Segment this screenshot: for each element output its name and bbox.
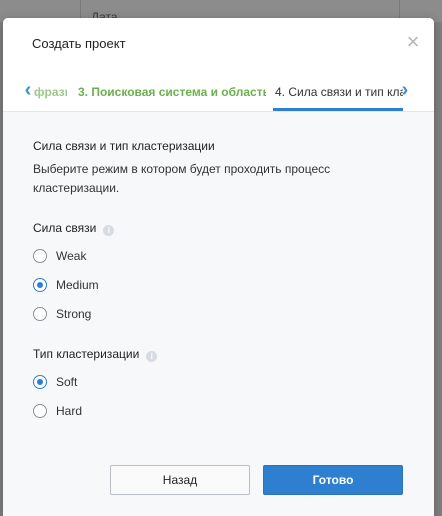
done-button[interactable]: Готово [263,465,403,495]
section-title: Сила связи и тип кластеризации [33,139,215,153]
info-icon[interactable]: i [103,225,115,236]
strength-group-label: Сила связи i [33,221,115,236]
tab-phrases[interactable]: фразы [34,85,67,99]
radio-button[interactable] [33,249,47,263]
info-icon[interactable]: i [146,351,158,362]
chevron-right-icon[interactable]: › [398,80,412,101]
create-project-dialog: Создать проект × ‹ фразы 3. Поисковая си… [3,18,434,516]
radio-label: Strong [56,307,92,321]
clustering-label: Тип кластеризации [33,347,140,361]
chevron-left-icon[interactable]: ‹ [21,80,35,101]
tab-search-engine-region[interactable]: 3. Поисковая система и область [78,85,266,99]
wizard-tabs: ‹ фразы 3. Поисковая система и область 4… [3,72,434,112]
back-button[interactable]: Назад [110,465,250,495]
radio-label: Medium [56,278,99,292]
dialog-header: Создать проект × [3,18,434,72]
strength-label: Сила связи [33,221,97,235]
radio-label: Soft [56,375,78,389]
close-icon[interactable]: × [404,31,422,53]
clustering-group-label: Тип кластеризации i [33,347,158,362]
dialog-title: Создать проект [32,36,126,51]
radio-label: Weak [56,249,87,263]
radio-button[interactable] [33,307,47,321]
radio-button[interactable] [33,404,47,418]
radio-label: Hard [56,404,83,418]
active-tab-indicator [273,108,403,111]
radio-button[interactable] [33,278,47,292]
radio-button[interactable] [33,375,47,389]
section-description: Выберите режим в котором будет проходить… [33,162,331,195]
tab-strength-clustering[interactable]: 4. Сила связи и тип кластеризации [275,85,403,99]
